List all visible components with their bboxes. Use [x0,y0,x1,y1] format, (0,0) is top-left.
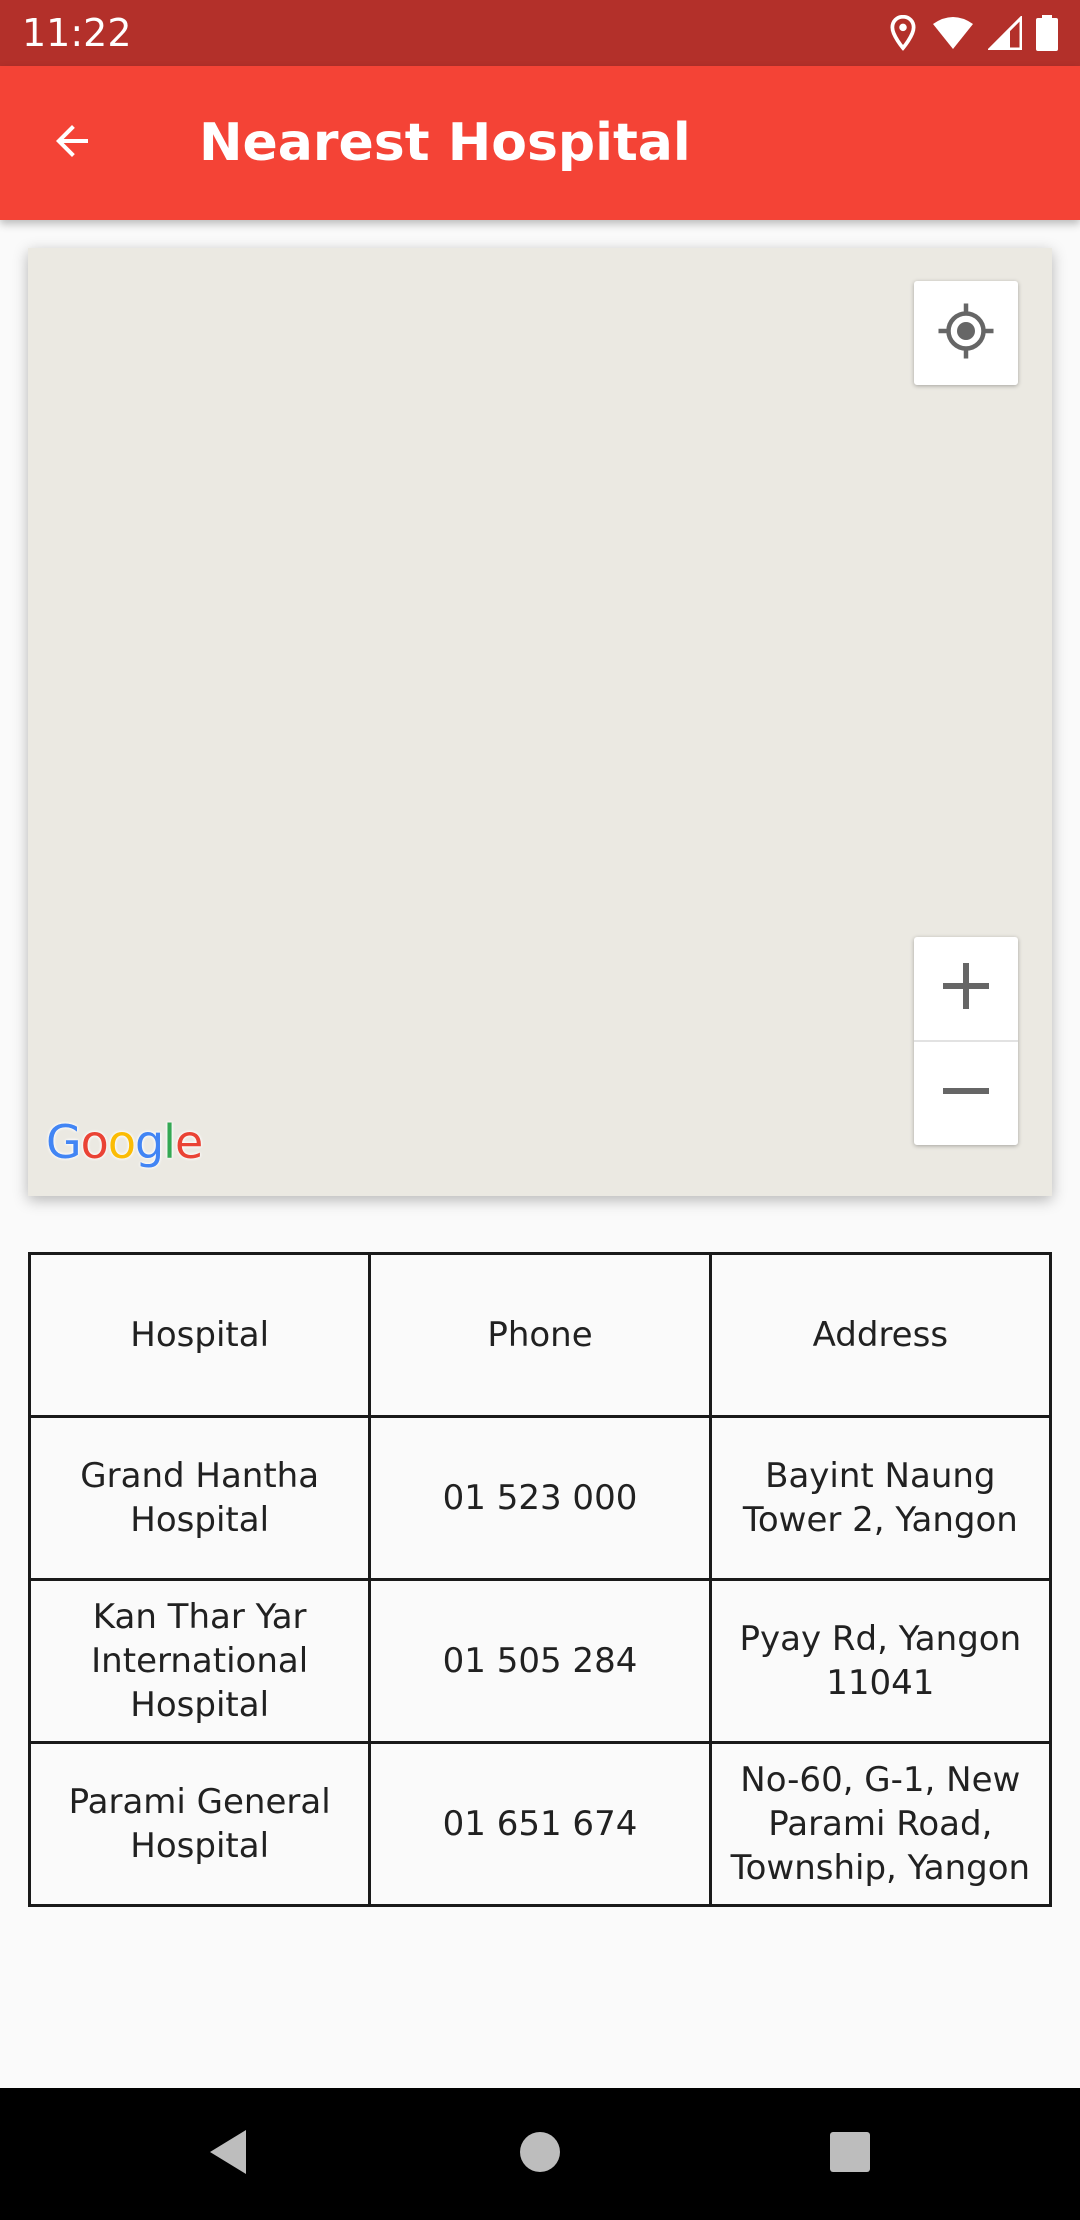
signal-icon [988,16,1022,50]
zoom-in-button[interactable] [914,937,1018,1042]
column-header: Address [708,1252,1053,1418]
address-cell: Pyay Rd, Yangon 11041 [708,1578,1053,1744]
recents-square-icon [829,2131,871,2178]
google-logo: Google [46,1115,203,1169]
my-location-button[interactable] [914,281,1018,385]
back-button[interactable] [34,105,110,181]
battery-icon [1036,15,1058,51]
table-header-row: Hospital Phone Address [27,1252,1053,1418]
phone-cell: 01 523 000 [368,1415,712,1581]
navigation-bar [0,2088,1080,2220]
column-header: Phone [368,1252,712,1418]
status-time: 11:22 [22,11,132,55]
table-row: Kan Thar Yar International Hospital 01 5… [27,1578,1053,1744]
wifi-icon [932,16,974,50]
zoom-controls [914,937,1018,1145]
hospital-name-cell: Grand Hantha Hospital [27,1415,372,1581]
column-header: Hospital [27,1252,372,1418]
zoom-out-icon [941,1066,991,1121]
address-cell: No-60, G-1, New Parami Road, Township, Y… [708,1741,1053,1907]
map-view[interactable]: Google [28,248,1052,1196]
table-row: Parami General Hospital 01 651 674 No-60… [27,1741,1053,1907]
app-bar: Nearest Hospital [0,66,1080,220]
location-icon [888,15,918,51]
back-triangle-icon [204,2126,252,2183]
zoom-in-icon [941,961,991,1016]
arrow-back-icon [48,117,96,170]
hospital-table: Hospital Phone Address Grand Hantha Hosp… [27,1252,1053,1907]
nav-home-button[interactable] [504,2118,576,2190]
nav-back-button[interactable] [192,2118,264,2190]
hospital-name-cell: Kan Thar Yar International Hospital [27,1578,372,1744]
phone-cell: 01 651 674 [368,1741,712,1907]
home-circle-icon [518,2130,562,2179]
status-bar: 11:22 [0,0,1080,66]
phone-cell: 01 505 284 [368,1578,712,1744]
hospital-name-cell: Parami General Hospital [27,1741,372,1907]
nav-recents-button[interactable] [814,2118,886,2190]
my-location-icon [936,301,996,366]
page-title: Nearest Hospital [199,113,691,173]
address-cell: Bayint Naung Tower 2, Yangon [708,1415,1053,1581]
status-icons [888,12,1058,54]
table-row: Grand Hantha Hospital 01 523 000 Bayint … [27,1415,1053,1581]
zoom-out-button[interactable] [914,1042,1018,1145]
